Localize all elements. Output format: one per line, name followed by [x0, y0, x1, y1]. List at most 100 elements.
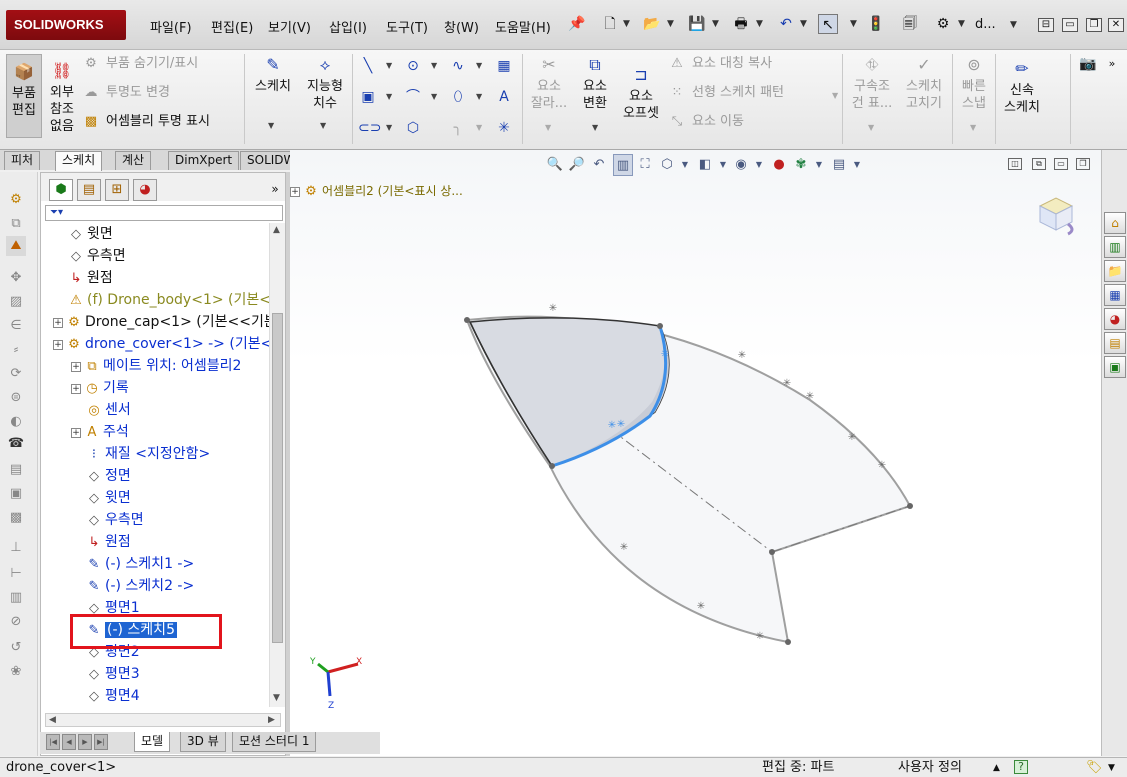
edit-part-button[interactable]: 📦 부품 편집: [6, 54, 42, 138]
save-icon[interactable]: 💾: [687, 14, 707, 34]
view-palette-icon[interactable]: ▦: [1104, 284, 1126, 306]
tree-expander-icon[interactable]: +: [53, 318, 63, 328]
menu-file[interactable]: 파일(F): [150, 17, 192, 36]
first-tab-arrow[interactable]: |◀: [46, 734, 60, 750]
tree-node[interactable]: ◇ 정면: [71, 465, 131, 487]
tree-expander-icon[interactable]: +: [71, 362, 81, 372]
tree-node[interactable]: + ⚙ drone_cover<1> -> (기본<<: [53, 333, 269, 355]
relations-dropdown-arrow[interactable]: ▼: [868, 118, 874, 138]
sketch-dropdown-arrow[interactable]: ▼: [268, 116, 274, 136]
tree-node[interactable]: ◇ 윗면: [71, 487, 131, 509]
linear-pattern-button[interactable]: ⁙ 선형 스케치 패턴: [668, 83, 784, 103]
new-document-icon[interactable]: 🗋: [600, 14, 620, 34]
overflow-chevron-icon[interactable]: »: [1102, 54, 1122, 74]
no-external-refs-button[interactable]: ⛓ 외부 참조 없음: [44, 60, 80, 135]
text-icon[interactable]: A: [494, 87, 514, 107]
circle-icon[interactable]: ⊙: [403, 56, 423, 76]
tree-node[interactable]: ◇ 우측면: [53, 245, 126, 267]
design-library-icon[interactable]: ▥: [1104, 236, 1126, 258]
tree-node[interactable]: ◇ 윗면: [53, 223, 113, 245]
window-restore-button[interactable]: ❐: [1086, 18, 1102, 32]
tree-node[interactable]: ◇ 평면4: [71, 685, 140, 707]
configuration-manager-tab-icon[interactable]: ⊞: [105, 179, 129, 201]
status-units[interactable]: 사용자 정의: [898, 759, 962, 777]
print-icon[interactable]: 🖶: [731, 14, 751, 34]
menu-help[interactable]: 도움말(H): [495, 17, 551, 36]
undo-icon[interactable]: ↶: [776, 14, 796, 34]
tab-dimxpert[interactable]: DimXpert: [168, 151, 240, 170]
rapid-sketch-button[interactable]: ✏ 신속 스케치: [998, 58, 1046, 116]
collapse-icon[interactable]: ⊟: [1038, 18, 1054, 32]
move-entities-button[interactable]: ⤡ 요소 이동: [668, 112, 744, 132]
units-dropdown-arrow[interactable]: ▲: [993, 759, 1000, 777]
user-name[interactable]: d...: [975, 17, 996, 32]
instant3d-icon[interactable]: ⊘: [6, 612, 26, 632]
appearances-icon[interactable]: ◕: [1104, 308, 1126, 330]
user-dropdown-arrow[interactable]: ▼: [1010, 15, 1020, 35]
solidworks-forum-icon[interactable]: ▣: [1104, 356, 1126, 378]
edit-component-icon[interactable]: ⛰: [6, 236, 26, 256]
point-grid-icon[interactable]: ▦: [494, 56, 514, 76]
new-dropdown-arrow[interactable]: ▼: [623, 14, 633, 34]
help-icon[interactable]: ?: [1014, 760, 1028, 774]
point-icon[interactable]: ✳: [494, 118, 514, 138]
fillet-dropdown-arrow[interactable]: ▼: [476, 118, 482, 138]
spline-dropdown-arrow[interactable]: ▼: [476, 56, 482, 76]
polygon-icon[interactable]: ⬡: [403, 118, 423, 138]
scroll-right-arrow[interactable]: ▶: [268, 715, 275, 725]
slot-icon[interactable]: ⊂⊃: [358, 118, 381, 138]
display-manager-tab-icon[interactable]: ◕: [133, 179, 157, 201]
tab-evaluate[interactable]: 계산: [115, 151, 152, 170]
spline-icon[interactable]: ∿: [448, 56, 468, 76]
tab-sketch[interactable]: 스케치: [55, 151, 103, 171]
clearance-icon[interactable]: ▣: [6, 484, 26, 504]
tree-node[interactable]: + ⧉ 메이트 위치: 어셈블리2: [71, 355, 241, 377]
next-tab-arrow[interactable]: ▶: [78, 734, 92, 750]
trim-entities-button[interactable]: ✂ 요소 잘라...: [526, 54, 572, 112]
feature-tree-tab-icon[interactable]: ⬢: [49, 179, 73, 201]
menu-window[interactable]: 창(W): [444, 17, 479, 36]
insert-component-icon[interactable]: ⚙: [6, 190, 26, 210]
tab-motion-study[interactable]: 모션 스터디 1: [232, 732, 317, 752]
tree-node[interactable]: ✎ (-) 스케치1 ->: [71, 553, 195, 575]
tree-node[interactable]: + ◷ 기록: [71, 377, 129, 399]
assembly-transparency-button[interactable]: ▩ 어셈블리 투명 표시: [82, 112, 210, 132]
circle-dropdown-arrow[interactable]: ▼: [431, 56, 437, 76]
file-properties-icon[interactable]: 🗐: [900, 14, 920, 34]
fillet-icon[interactable]: ╮: [448, 118, 468, 138]
tree-node[interactable]: + ⚙ Drone_cap<1> (기본<<기본: [53, 311, 269, 333]
display-relations-button[interactable]: ⛗ 구속조 건 표...: [848, 54, 896, 112]
bill-of-materials-icon[interactable]: ☎: [6, 434, 26, 454]
sketch-button[interactable]: ✎ 스케치: [250, 54, 296, 95]
tab-3d-view[interactable]: 3D 뷰: [180, 732, 226, 752]
tree-vertical-scrollbar[interactable]: ▲ ▼: [269, 223, 285, 707]
open-dropdown-arrow[interactable]: ▼: [667, 14, 677, 34]
convert-dropdown-arrow[interactable]: ▼: [592, 118, 598, 138]
interference-icon[interactable]: ▤: [6, 460, 26, 480]
window-minimize-button[interactable]: ▭: [1062, 18, 1078, 32]
dimension-dropdown-arrow[interactable]: ▼: [320, 116, 326, 136]
pin-icon[interactable]: 📌: [567, 14, 587, 34]
convert-entities-button[interactable]: ⧉ 요소 변환: [574, 54, 616, 112]
arc-dropdown-arrow[interactable]: ▼: [431, 87, 437, 107]
snapshot-icon[interactable]: ❀: [6, 662, 26, 682]
tree-node[interactable]: ◎ 센서: [71, 399, 130, 421]
select-dropdown-arrow[interactable]: ▼: [850, 14, 860, 34]
slot-dropdown-arrow[interactable]: ▼: [386, 118, 392, 138]
line-icon[interactable]: ╲: [358, 56, 378, 76]
tab-model[interactable]: 모델: [134, 732, 171, 752]
reference-geometry-icon[interactable]: ⊜: [6, 388, 26, 408]
trim-dropdown-arrow[interactable]: ▼: [545, 118, 551, 138]
section-view-icon[interactable]: ▥: [6, 588, 26, 608]
open-folder-icon[interactable]: 📂: [642, 14, 662, 34]
assembly-features-icon[interactable]: ◐: [6, 412, 26, 432]
tree-node[interactable]: ⚠ (f) Drone_body<1> (기본<<기본: [53, 289, 269, 311]
speedpak-icon[interactable]: ↺: [6, 638, 26, 658]
arc-icon[interactable]: ⌒: [403, 87, 423, 107]
tree-node[interactable]: ✎ (-) 스케치2 ->: [71, 575, 195, 597]
tree-node[interactable]: ◇ 평면3: [71, 663, 140, 685]
tag-icon[interactable]: 🏷: [1086, 759, 1103, 777]
tree-node[interactable]: ◇ 우측면: [71, 509, 144, 531]
resources-home-icon[interactable]: ⌂: [1104, 212, 1126, 234]
tree-expander-icon[interactable]: +: [71, 384, 81, 394]
